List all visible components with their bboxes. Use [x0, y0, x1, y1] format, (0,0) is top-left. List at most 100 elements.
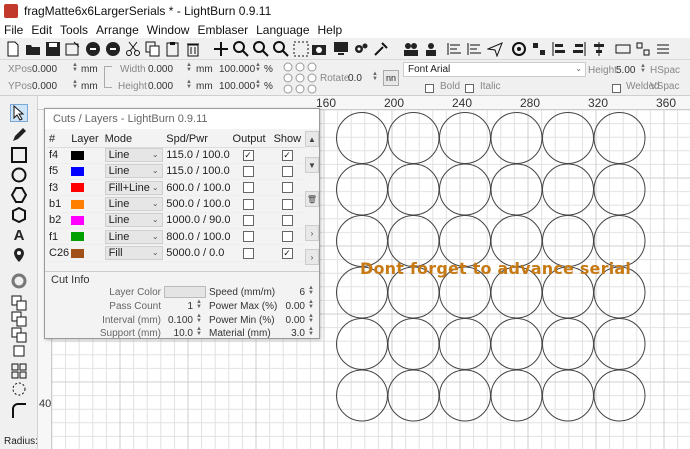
ungroup-icon[interactable]	[422, 40, 440, 58]
layer-show-cell[interactable]	[271, 195, 305, 213]
text-tool-icon[interactable]: A	[10, 226, 28, 244]
matte-circle[interactable]	[387, 112, 440, 164]
move-icon[interactable]	[212, 40, 230, 58]
rectangle-tool-icon[interactable]	[10, 146, 28, 164]
distribute-horizontal-icon[interactable]	[614, 40, 632, 58]
layer-mode-select[interactable]: Line ⌄	[104, 148, 163, 163]
layer-mode-select[interactable]: Line ⌄	[104, 213, 163, 228]
layer-output-checkbox[interactable]	[242, 231, 254, 243]
scale-height-spinner[interactable]: ▲ ▼	[255, 79, 261, 90]
col-header-number[interactable]: #	[47, 131, 70, 148]
zoom-selection-icon[interactable]	[272, 40, 290, 58]
layer-mode-cell[interactable]: Line ⌄	[102, 212, 165, 229]
camera-icon[interactable]	[310, 40, 328, 58]
layer-show-cell[interactable]	[271, 163, 305, 181]
scale-width-spinner[interactable]: ▲ ▼	[255, 62, 261, 73]
corner-radius-icon[interactable]	[10, 402, 28, 420]
layer-output-cell[interactable]	[230, 228, 272, 246]
layer-color-cell[interactable]	[69, 163, 103, 181]
material-spinner[interactable]: ▲ ▼	[308, 326, 314, 337]
zoom-out-icon[interactable]	[252, 40, 270, 58]
select-arrow-icon[interactable]	[10, 104, 28, 122]
power-max-value[interactable]: 0.00	[275, 301, 305, 312]
layer-mode-cell[interactable]: Fill ⌄	[102, 244, 165, 262]
layer-mode-cell[interactable]: Fill+Line ⌄	[102, 179, 165, 197]
align-icon[interactable]	[446, 40, 464, 58]
ypos-spinner[interactable]: ▲ ▼	[72, 79, 78, 90]
draw-pencil-icon[interactable]	[10, 126, 28, 144]
col-header-output[interactable]: Output	[230, 131, 272, 148]
align-right-icon[interactable]	[570, 40, 588, 58]
interval-spinner[interactable]: ▲ ▼	[196, 313, 202, 324]
move-layer-up-button[interactable]: ▲	[305, 131, 319, 147]
layer-mode-select[interactable]: Fill+Line ⌄	[104, 180, 163, 195]
height-field[interactable]: 0.000	[148, 81, 173, 92]
menu-help[interactable]: Help	[318, 23, 343, 37]
matte-circle[interactable]	[387, 163, 440, 216]
layer-output-cell[interactable]	[230, 244, 272, 262]
expand-right-button[interactable]: ›	[305, 225, 319, 241]
height-spinner[interactable]: ▲ ▼	[186, 79, 192, 90]
distribute-icon[interactable]	[530, 40, 548, 58]
group-icon[interactable]	[402, 40, 420, 58]
matte-circle[interactable]	[542, 318, 594, 370]
align-center-icon[interactable]	[466, 40, 484, 58]
pass-count-value[interactable]: 1	[145, 301, 193, 312]
power-min-value[interactable]: 0.00	[275, 315, 305, 326]
layer-mode-cell[interactable]: Line ⌄	[102, 228, 165, 246]
paste-icon[interactable]	[164, 40, 182, 58]
zoom-in-icon[interactable]	[232, 40, 250, 58]
col-header-layer[interactable]: Layer	[69, 131, 103, 148]
menu-window[interactable]: Window	[147, 23, 190, 37]
layer-row[interactable]: f4 Line ⌄ 115.0 / 100.0 ✓ ✓	[47, 147, 305, 164]
menu-emblaser[interactable]: Emblaser	[197, 23, 248, 37]
layer-output-cell[interactable]: ✓	[230, 147, 272, 164]
more-tools-icon[interactable]	[654, 40, 672, 58]
weld-icon[interactable]	[10, 342, 28, 360]
layer-color-cell[interactable]	[69, 212, 103, 229]
support-value[interactable]: 10.0	[145, 328, 193, 339]
layer-color-cell[interactable]	[69, 179, 103, 197]
grid-array-icon[interactable]	[10, 362, 28, 380]
layer-show-checkbox[interactable]	[281, 214, 293, 226]
layer-row[interactable]: b1 Line ⌄ 500.0 / 100.0	[47, 195, 305, 213]
matte-circle[interactable]	[336, 163, 388, 216]
expand-right-button-2[interactable]: ›	[305, 249, 319, 265]
undo-icon[interactable]	[84, 40, 102, 58]
device-settings-icon[interactable]	[372, 40, 390, 58]
layer-output-checkbox[interactable]: ✓	[242, 149, 254, 161]
font-height-field[interactable]: 5.00	[616, 65, 635, 76]
material-value[interactable]: 3.0	[275, 328, 305, 339]
delete-icon[interactable]	[184, 40, 202, 58]
speed-spinner[interactable]: ▲ ▼	[308, 285, 314, 296]
width-spinner[interactable]: ▲ ▼	[186, 62, 192, 73]
menu-language[interactable]: Language	[256, 23, 309, 37]
matte-circle[interactable]	[387, 318, 440, 370]
align-vertical-icon[interactable]	[590, 40, 608, 58]
layer-output-checkbox[interactable]	[242, 182, 254, 194]
scale-width-field[interactable]: 100.000	[219, 64, 255, 75]
welded-checkbox[interactable]	[612, 82, 621, 94]
matte-circle[interactable]	[490, 163, 543, 216]
move-layer-down-button[interactable]: ▼	[305, 157, 319, 173]
xpos-spinner[interactable]: ▲ ▼	[72, 62, 78, 73]
matte-circle[interactable]	[336, 112, 388, 164]
copy-icon[interactable]	[144, 40, 162, 58]
serial-reminder-text[interactable]: Dont forget to advance serial	[360, 259, 631, 278]
matte-circle[interactable]	[542, 163, 594, 216]
layer-output-checkbox[interactable]	[242, 214, 254, 226]
layer-color-cell[interactable]	[69, 244, 103, 262]
send-icon[interactable]	[486, 40, 504, 58]
delete-layer-icon[interactable]: 🗑	[305, 191, 319, 207]
layer-mode-select[interactable]: Fill ⌄	[104, 245, 163, 260]
layer-color-swatch[interactable]	[164, 286, 206, 298]
col-header-mode[interactable]: Mode	[102, 131, 165, 148]
layer-output-checkbox[interactable]	[242, 247, 254, 259]
matte-circle[interactable]	[439, 163, 491, 216]
matte-circle[interactable]	[490, 318, 543, 370]
distribute-vertical-icon[interactable]	[634, 40, 652, 58]
polygon-tool-icon[interactable]	[10, 186, 28, 204]
layer-show-checkbox[interactable]	[281, 198, 293, 210]
power-max-spinner[interactable]: ▲ ▼	[308, 299, 314, 310]
redo-icon[interactable]	[104, 40, 122, 58]
